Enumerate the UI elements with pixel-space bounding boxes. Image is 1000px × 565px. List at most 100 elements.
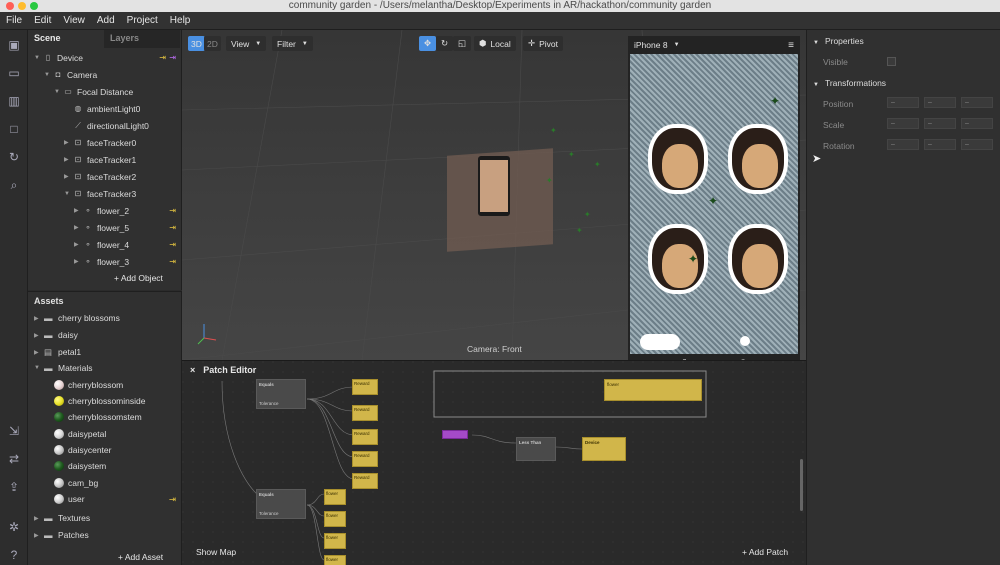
menu-file[interactable]: File <box>0 15 28 26</box>
bug-icon[interactable]: ✲ <box>7 520 21 534</box>
flower-node[interactable]: flower <box>604 379 702 401</box>
add-asset-button[interactable]: + Add Asset <box>118 552 163 562</box>
reward-node[interactable]: Reward <box>352 379 378 395</box>
expand-arrow-icon[interactable]: ▶ <box>34 515 44 522</box>
scale-tool-button[interactable]: ◱ <box>453 36 472 51</box>
asset-materials[interactable]: ▼ ▬ Materials <box>28 360 182 376</box>
rotation-x-field[interactable]: – <box>887 139 919 150</box>
move-tool-button[interactable]: ✥ <box>419 36 437 51</box>
expand-arrow-icon[interactable]: ▼ <box>64 191 72 197</box>
tab-scene[interactable]: Scene <box>28 30 104 48</box>
capture-dot[interactable] <box>740 336 750 346</box>
flower-node[interactable]: flower <box>324 533 346 549</box>
flower-node[interactable]: flower <box>324 555 346 565</box>
material-cam-bg[interactable]: cam_bg <box>28 475 182 491</box>
equals-node[interactable]: Equals Tolerance <box>256 489 306 519</box>
asset-patches[interactable]: ▶ ▬ Patches <box>28 527 182 543</box>
transformations-header[interactable]: ▼ Transformations <box>813 78 886 88</box>
close-icon[interactable]: × <box>190 365 195 375</box>
expand-arrow-icon[interactable]: ▶ <box>34 349 44 356</box>
mode-3d-button[interactable]: 3D <box>188 36 205 51</box>
tab-layers[interactable]: Layers <box>104 30 180 48</box>
menu-project[interactable]: Project <box>121 15 164 26</box>
mode-2d-button[interactable]: 2D <box>204 36 221 51</box>
tree-item-face-tracker-3[interactable]: ▼ ⊡ faceTracker3 <box>28 185 182 202</box>
asset-petal1[interactable]: ▶ ▤ petal1 <box>28 344 182 360</box>
scene-phone-object[interactable] <box>478 156 510 216</box>
menu-edit[interactable]: Edit <box>28 15 57 26</box>
tree-item-directional-light[interactable]: ⟋ directionalLight0 <box>28 117 182 134</box>
equals-node[interactable]: Equals Tolerance <box>256 379 306 409</box>
material-daisystem[interactable]: daisystem <box>28 458 182 474</box>
filter-dropdown[interactable]: Filter ▼ <box>272 36 313 51</box>
tree-item-face-tracker-1[interactable]: ▶ ⊡ faceTracker1 <box>28 151 182 168</box>
expand-arrow-icon[interactable]: ▶ <box>74 224 82 231</box>
properties-header[interactable]: ▼ Properties <box>813 36 864 46</box>
link-icon[interactable]: ⇥ <box>169 257 176 266</box>
tree-item-flower-2[interactable]: ▶ ⚬ flower_2 ⇥ <box>28 202 182 219</box>
import-icon[interactable]: ⇲ <box>7 424 21 438</box>
refresh-icon[interactable]: ↻ <box>7 150 21 164</box>
expand-arrow-icon[interactable]: ▼ <box>34 365 44 371</box>
add-object-button[interactable]: + Add Object <box>114 273 163 283</box>
asset-cherry-blossoms[interactable]: ▶ ▬ cherry blossoms <box>28 310 182 326</box>
tree-item-flower-5[interactable]: ▶ ⚬ flower_5 ⇥ <box>28 219 182 236</box>
expand-arrow-icon[interactable]: ▶ <box>74 258 82 265</box>
link-icon[interactable]: ⇥ <box>169 206 176 215</box>
expand-arrow-icon[interactable]: ▶ <box>74 207 82 214</box>
material-cherryblossom[interactable]: cherryblossom <box>28 377 182 393</box>
position-x-field[interactable]: – <box>887 97 919 108</box>
rotation-z-field[interactable]: – <box>961 139 993 150</box>
menu-icon[interactable]: ≡ <box>788 40 794 51</box>
close-window-button[interactable] <box>6 2 14 10</box>
patch-scrollbar[interactable] <box>800 459 803 511</box>
tree-item-flower-4[interactable]: ▶ ⚬ flower_4 ⇥ <box>28 236 182 253</box>
help-icon[interactable]: ? <box>7 548 21 562</box>
position-z-field[interactable]: – <box>961 97 993 108</box>
scale-x-field[interactable]: – <box>887 118 919 129</box>
square-icon[interactable]: □ <box>7 122 21 136</box>
menu-help[interactable]: Help <box>164 15 197 26</box>
material-user[interactable]: user ⇥ <box>28 491 182 507</box>
flower-node[interactable]: flower <box>324 511 346 527</box>
reward-node[interactable]: Reward <box>352 451 378 467</box>
mirror-icon[interactable]: ⇄ <box>7 452 21 466</box>
patch-editor[interactable]: × Patch Editor Equals Tolerance Equals T… <box>182 360 806 565</box>
expand-arrow-icon[interactable]: ▼ <box>34 55 42 61</box>
output-icon[interactable]: ⇥ <box>169 53 176 62</box>
position-y-field[interactable]: – <box>924 97 956 108</box>
tree-item-camera[interactable]: ▼ ◘ Camera <box>28 66 182 83</box>
link-icon[interactable]: ⇥ <box>169 494 176 505</box>
chevron-down-icon[interactable]: ▼ <box>674 42 680 48</box>
expand-arrow-icon[interactable]: ▼ <box>44 72 52 78</box>
add-patch-button[interactable]: + Add Patch <box>742 547 788 557</box>
tree-item-focal-distance[interactable]: ▼ ▭ Focal Distance <box>28 83 182 100</box>
purple-patch-node[interactable] <box>442 430 468 439</box>
reward-node[interactable]: Reward <box>352 473 378 489</box>
show-map-button[interactable]: Show Map <box>196 547 236 557</box>
expand-arrow-icon[interactable]: ▶ <box>34 532 44 539</box>
scale-y-field[interactable]: – <box>924 118 956 129</box>
material-cherryblossominside[interactable]: cherryblossominside <box>28 393 182 409</box>
expand-arrow-icon[interactable]: ▶ <box>64 156 72 163</box>
material-cherryblossomstem[interactable]: cherryblossomstem <box>28 409 182 425</box>
expand-arrow-icon[interactable]: ▶ <box>34 315 44 322</box>
link-icon[interactable]: ⇥ <box>159 53 166 62</box>
view-dropdown[interactable]: View ▼ <box>226 36 267 51</box>
menu-add[interactable]: Add <box>91 15 121 26</box>
expand-arrow-icon[interactable]: ▶ <box>74 241 82 248</box>
tree-item-face-tracker-0[interactable]: ▶ ⊡ faceTracker0 <box>28 134 182 151</box>
search-icon[interactable]: ⌕ <box>7 178 21 192</box>
tree-item-device[interactable]: ▼ ▯ Device ⇥ ⇥ <box>28 49 182 66</box>
expand-arrow-icon[interactable]: ▼ <box>54 89 62 95</box>
flower-node[interactable]: flower <box>324 489 346 505</box>
visible-checkbox[interactable] <box>887 57 896 66</box>
asset-daisy[interactable]: ▶ ▬ daisy <box>28 327 182 343</box>
link-icon[interactable]: ⇥ <box>169 223 176 232</box>
material-daisycenter[interactable]: daisycenter <box>28 442 182 458</box>
tree-item-flower-3[interactable]: ▶ ⚬ flower_3 ⇥ <box>28 253 182 270</box>
link-icon[interactable]: ⇥ <box>169 240 176 249</box>
upload-icon[interactable]: ⇪ <box>7 480 21 494</box>
expand-arrow-icon[interactable]: ▶ <box>34 332 44 339</box>
columns-icon[interactable]: ▥ <box>7 94 21 108</box>
